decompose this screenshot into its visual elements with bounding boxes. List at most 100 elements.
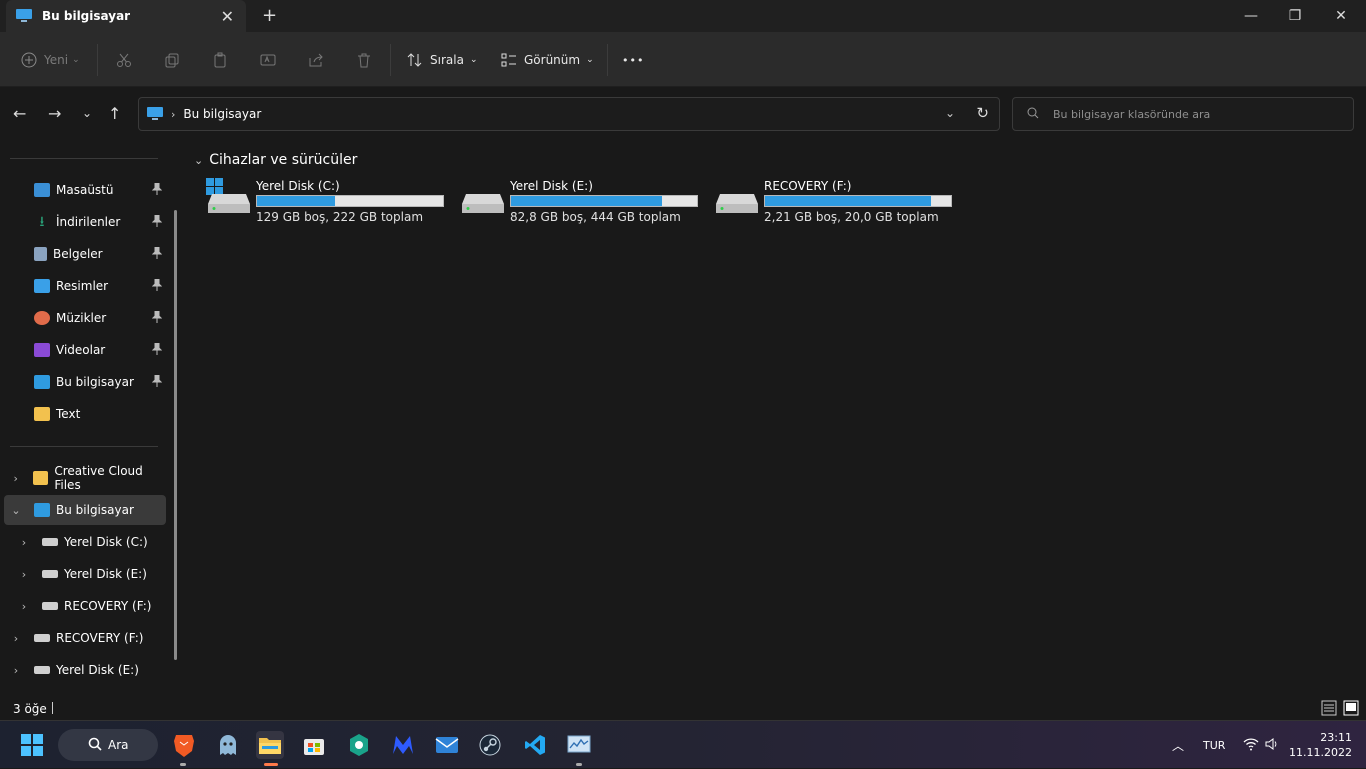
rename-icon[interactable] [260, 46, 276, 74]
file-explorer-icon[interactable] [256, 731, 284, 759]
sidebar-item-label: RECOVERY (F:) [64, 599, 152, 613]
sidebar-item-label: Bu bilgisayar [56, 503, 134, 517]
security-app-icon[interactable] [345, 731, 373, 759]
view-label: Görünüm [524, 53, 581, 67]
breadcrumb[interactable]: Bu bilgisayar [183, 107, 261, 121]
music-icon [34, 311, 50, 325]
chevron-right-icon[interactable]: › [10, 664, 22, 677]
sidebar-item-drive-f[interactable]: › RECOVERY (F:) [4, 591, 166, 621]
divider [10, 158, 158, 159]
sidebar-item-creative-cloud[interactable]: › Creative Cloud Files [4, 463, 166, 493]
drive-tile-f[interactable]: RECOVERY (F:) 2,21 GB boş, 20,0 GB topla… [714, 178, 964, 228]
title-bar: Bu bilgisayar ✕ + — ❐ ✕ [0, 0, 1366, 32]
windows-drive-icon [206, 178, 250, 213]
chevron-down-icon[interactable]: ⌄ [10, 504, 22, 517]
sidebar-item-label: Bu bilgisayar [56, 375, 134, 389]
drive-tile-e[interactable]: Yerel Disk (E:) 82,8 GB boş, 444 GB topl… [460, 178, 710, 228]
close-window-button[interactable]: ✕ [1318, 0, 1364, 32]
vscode-icon[interactable] [521, 731, 549, 759]
sidebar-item-desktop[interactable]: Masaüstü [4, 175, 166, 205]
clock[interactable]: 23:11 11.11.2022 [1289, 721, 1352, 769]
language-indicator[interactable]: TUR [1203, 721, 1225, 769]
clock-time: 23:11 [1320, 731, 1352, 744]
sidebar-item-videos[interactable]: Videolar [4, 335, 166, 365]
ghost-app-icon[interactable] [214, 731, 242, 759]
drive-capacity: 82,8 GB boş, 444 GB toplam [510, 210, 681, 224]
chevron-right-icon[interactable]: › [18, 600, 30, 613]
pin-icon [152, 183, 162, 195]
chevron-down-icon: ⌄ [469, 55, 478, 65]
usage-bar [510, 195, 698, 207]
malwarebytes-icon[interactable] [389, 731, 417, 759]
section-title: Cihazlar ve sürücüler [209, 152, 358, 168]
sidebar-item-documents[interactable]: Belgeler [4, 239, 166, 269]
network-status[interactable] [1243, 721, 1279, 769]
restore-button[interactable]: ❐ [1272, 0, 1318, 32]
pin-icon [152, 279, 162, 291]
clock-date: 11.11.2022 [1289, 746, 1352, 759]
refresh-icon[interactable]: ↻ [976, 104, 989, 122]
drive-tile-c[interactable]: Yerel Disk (C:) 129 GB boş, 222 GB topla… [206, 178, 456, 228]
sidebar-item-recovery[interactable]: › RECOVERY (F:) [4, 623, 166, 653]
divider [10, 446, 158, 447]
delete-icon[interactable] [356, 46, 372, 74]
usage-bar [256, 195, 444, 207]
close-tab-icon[interactable]: ✕ [221, 7, 234, 26]
steam-icon[interactable] [476, 731, 504, 759]
back-arrow-icon[interactable]: ← [13, 104, 26, 123]
view-button[interactable]: Görünüm ⌄ [500, 46, 594, 74]
sidebar-item-this-pc[interactable]: ⌄ Bu bilgisayar [4, 495, 166, 525]
mail-icon[interactable] [433, 731, 461, 759]
sidebar-item-local-disk-e[interactable]: › Yerel Disk (E:) [4, 655, 166, 685]
address-dropdown-chevron-icon[interactable]: ⌄ [945, 106, 955, 120]
details-view-icon[interactable] [1321, 700, 1337, 719]
sidebar-item-drive-c[interactable]: › Yerel Disk (C:) [4, 527, 166, 557]
sort-button[interactable]: Sırala ⌄ [406, 46, 477, 74]
sidebar-item-this-pc-pinned[interactable]: Bu bilgisayar [4, 367, 166, 397]
search-icon [1027, 107, 1039, 122]
share-icon[interactable] [308, 46, 324, 74]
pin-icon [152, 247, 162, 259]
show-hidden-icons-button[interactable]: ︿ [1172, 721, 1184, 769]
brave-icon[interactable] [170, 731, 198, 759]
resource-monitor-icon[interactable] [565, 731, 593, 759]
content-area: ⌄ Cihazlar ve sürücüler Yerel Disk (C:) … [186, 140, 1366, 696]
forward-arrow-icon[interactable]: → [48, 104, 61, 123]
volume-icon [1265, 737, 1279, 754]
sidebar-item-drive-e[interactable]: › Yerel Disk (E:) [4, 559, 166, 589]
up-arrow-icon[interactable]: ↑ [108, 104, 121, 123]
chevron-right-icon[interactable]: › [18, 568, 30, 581]
sidebar-item-label: Yerel Disk (E:) [56, 663, 139, 677]
tab-this-pc[interactable]: Bu bilgisayar ✕ [6, 0, 246, 32]
microsoft-store-icon[interactable] [300, 731, 328, 759]
sidebar-scrollbar[interactable] [174, 210, 177, 660]
paste-icon[interactable] [212, 46, 228, 74]
search-input[interactable]: Bu bilgisayar klasöründe ara [1012, 97, 1354, 131]
sidebar-item-pictures[interactable]: Resimler [4, 271, 166, 301]
taskbar-search[interactable]: Ara [58, 729, 158, 761]
drive-icon [462, 194, 504, 213]
chevron-right-icon[interactable]: › [10, 632, 22, 645]
status-bar: 3 öğe [0, 696, 1366, 720]
more-options-button[interactable]: ••• [622, 46, 644, 74]
cut-icon[interactable] [116, 46, 132, 74]
navigation-pane: Masaüstü ⭳ İndirilenler Belgeler Resimle… [0, 140, 185, 696]
sidebar-item-text-folder[interactable]: Text [4, 399, 166, 429]
recent-locations-chevron-icon[interactable]: ⌄ [82, 106, 92, 120]
running-app-indicator [576, 763, 582, 766]
section-header[interactable]: ⌄ Cihazlar ve sürücüler [194, 152, 357, 168]
sidebar-item-label: Text [56, 407, 81, 421]
running-app-indicator [180, 763, 186, 766]
new-button[interactable]: Yeni ⌄ [20, 46, 80, 74]
start-button[interactable] [18, 731, 46, 759]
minimize-button[interactable]: — [1228, 0, 1274, 32]
chevron-right-icon[interactable]: › [18, 536, 30, 549]
new-tab-button[interactable]: + [262, 5, 277, 26]
sidebar-item-label: İndirilenler [56, 215, 121, 229]
sidebar-item-downloads[interactable]: ⭳ İndirilenler [4, 207, 166, 237]
sidebar-item-music[interactable]: Müzikler [4, 303, 166, 333]
address-bar[interactable]: › Bu bilgisayar ⌄ ↻ [138, 97, 1000, 131]
copy-icon[interactable] [164, 46, 180, 74]
tiles-view-icon[interactable] [1343, 700, 1359, 719]
chevron-right-icon[interactable]: › [10, 472, 21, 485]
